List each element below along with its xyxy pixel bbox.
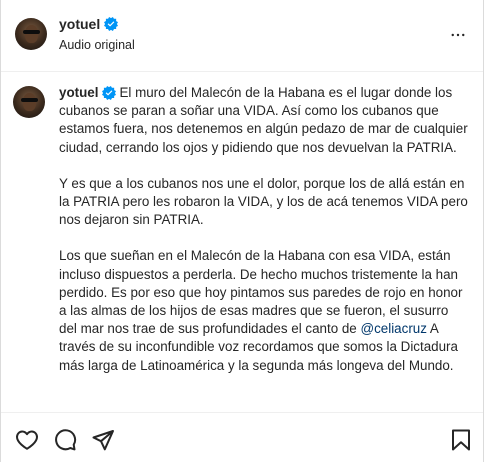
more-options-icon[interactable]: [449, 26, 467, 44]
caption-avatar[interactable]: [13, 86, 45, 118]
bookmark-icon[interactable]: [449, 428, 473, 452]
heart-icon[interactable]: [15, 428, 39, 452]
action-bar: [1, 412, 483, 462]
verified-badge-icon: [102, 86, 117, 101]
caption-paragraph-1: yotuel El muro del Malecón de la Habana e…: [59, 84, 468, 155]
share-icon[interactable]: [91, 428, 115, 452]
header-username[interactable]: yotuel: [59, 16, 100, 32]
audio-label[interactable]: Audio original: [59, 38, 135, 52]
post-header: yotuel Audio original: [1, 0, 483, 72]
post-panel: yotuel Audio original yotuel El muro del …: [0, 0, 484, 462]
verified-badge-icon: [104, 17, 119, 31]
mention-link[interactable]: @celiacruz: [360, 321, 426, 336]
comment-icon[interactable]: [53, 428, 77, 452]
avatar[interactable]: [15, 18, 47, 50]
caption-paragraph-3: Los que sueñan en el Malecón de la Haban…: [59, 248, 463, 373]
caption-paragraph-2: Y es que a los cubanos nos une el dolor,…: [59, 175, 468, 228]
caption-username[interactable]: yotuel: [59, 84, 117, 102]
header-username-row: yotuel: [59, 16, 119, 32]
caption-text: yotuel El muro del Malecón de la Habana e…: [59, 84, 469, 393]
